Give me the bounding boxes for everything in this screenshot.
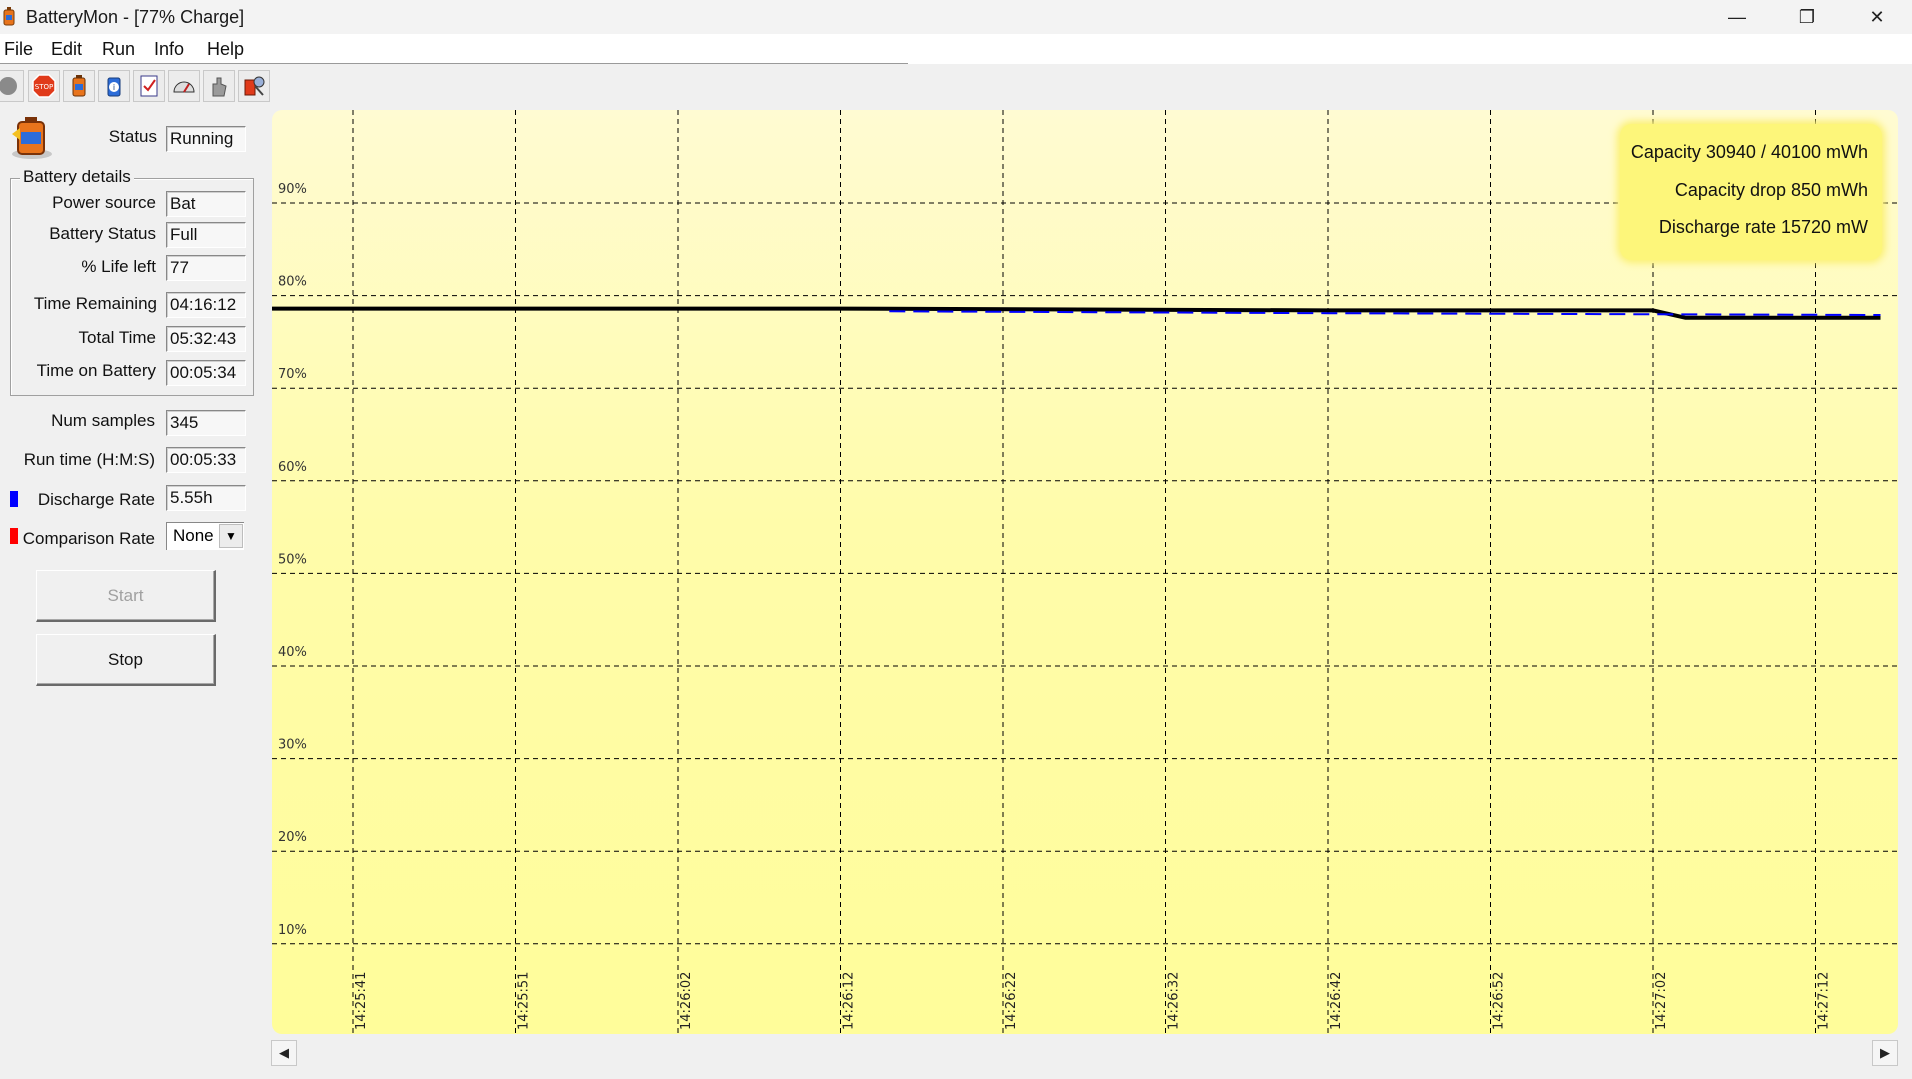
power-source-field: Bat bbox=[166, 191, 246, 217]
toolbar-stop-button[interactable]: STOP bbox=[28, 70, 60, 102]
x-tick-label: 14:26:52 bbox=[1492, 972, 1507, 1030]
menu-run[interactable]: Run bbox=[102, 39, 135, 60]
menu-file[interactable]: File bbox=[4, 39, 33, 60]
menu-help[interactable]: Help bbox=[207, 39, 244, 60]
checklist-icon bbox=[140, 75, 158, 97]
toolbar: STOP i bbox=[0, 70, 280, 104]
comparison-rate-swatch bbox=[10, 528, 18, 544]
battery-status-field: Full bbox=[166, 222, 246, 248]
y-tick-label: 10% bbox=[278, 923, 307, 938]
toolbar-battery-button[interactable] bbox=[63, 70, 95, 102]
y-tick-label: 20% bbox=[278, 830, 307, 845]
status-field: Running bbox=[166, 126, 246, 152]
menu-edit[interactable]: Edit bbox=[51, 39, 82, 60]
battery-icon bbox=[72, 75, 86, 97]
gauge-icon bbox=[173, 81, 195, 93]
life-left-field: 77 bbox=[166, 255, 246, 281]
discharge-rate-swatch bbox=[10, 491, 18, 507]
power-source-label: Power source bbox=[52, 193, 156, 212]
toolbar-checklist-button[interactable] bbox=[133, 70, 165, 102]
stop-button[interactable]: Stop bbox=[36, 634, 216, 686]
toolbar-tools-button[interactable] bbox=[238, 70, 270, 102]
chart-info-box: Capacity 30940 / 40100 mWh Capacity drop… bbox=[1620, 124, 1882, 260]
close-icon: ✕ bbox=[1869, 6, 1885, 27]
total-time-label: Total Time bbox=[78, 328, 156, 347]
menu-bar-filler bbox=[908, 34, 1912, 64]
x-tick-label: 14:26:32 bbox=[1167, 972, 1182, 1030]
toolbar-gauge-button[interactable] bbox=[168, 70, 200, 102]
x-tick-label: 14:26:02 bbox=[679, 972, 694, 1030]
discharge-rate-text: Discharge rate 15720 mW bbox=[1658, 217, 1868, 237]
chevron-right-icon: ▶ bbox=[1880, 1045, 1890, 1060]
chart-scrollbar[interactable]: ◀ ▶ bbox=[271, 1040, 1898, 1066]
scroll-left-button[interactable]: ◀ bbox=[271, 1040, 297, 1066]
y-tick-label: 70% bbox=[278, 367, 307, 382]
title-bar: BatteryMon - [77% Charge] — ❐ ✕ bbox=[0, 0, 1912, 34]
time-on-battery-label: Time on Battery bbox=[36, 361, 156, 380]
tools-icon bbox=[244, 76, 265, 96]
discharge-rate-field: 5.55h bbox=[166, 485, 246, 511]
comparison-rate-select[interactable]: None ▼ bbox=[166, 522, 244, 550]
total-time-field: 05:32:43 bbox=[166, 326, 246, 352]
start-button[interactable]: Start bbox=[36, 570, 216, 622]
time-on-battery-field: 00:05:34 bbox=[166, 360, 246, 386]
x-tick-label: 14:25:51 bbox=[517, 972, 532, 1030]
time-remaining-field: 04:16:12 bbox=[166, 292, 246, 318]
discharge-rate-label: Discharge Rate bbox=[37, 490, 155, 509]
run-time-field: 00:05:33 bbox=[166, 447, 246, 473]
toolbar-battery-info-button[interactable]: i bbox=[98, 70, 130, 102]
toolbar-hand-button[interactable] bbox=[203, 70, 235, 102]
start-icon bbox=[0, 77, 17, 95]
minimize-icon: — bbox=[1728, 6, 1746, 27]
x-tick-label: 14:25:41 bbox=[354, 972, 369, 1030]
battery-status-label: Battery Status bbox=[49, 224, 156, 243]
restore-icon: ❐ bbox=[1798, 6, 1816, 27]
life-left-label: % Life left bbox=[81, 257, 156, 276]
toolbar-start-button[interactable] bbox=[0, 70, 24, 102]
y-tick-label: 50% bbox=[278, 552, 307, 567]
y-tick-label: 60% bbox=[278, 460, 307, 475]
menu-info[interactable]: Info bbox=[154, 39, 184, 60]
status-label: Status bbox=[108, 127, 157, 146]
y-tick-label: 80% bbox=[278, 275, 307, 290]
comparison-rate-value: None bbox=[173, 526, 214, 545]
capacity-drop-text: Capacity drop 850 mWh bbox=[1674, 180, 1868, 200]
stop-icon: STOP bbox=[32, 74, 56, 98]
scroll-right-button[interactable]: ▶ bbox=[1872, 1040, 1898, 1066]
y-tick-label: 40% bbox=[278, 645, 307, 660]
chevron-down-icon[interactable]: ▼ bbox=[219, 524, 243, 548]
hand-icon bbox=[212, 77, 227, 97]
x-tick-label: 14:26:12 bbox=[842, 972, 857, 1030]
time-remaining-label: Time Remaining bbox=[33, 294, 157, 313]
num-samples-field: 345 bbox=[166, 410, 246, 436]
battery-details-title: Battery details bbox=[20, 167, 134, 187]
battery-large-icon bbox=[12, 117, 52, 159]
battery-info-icon: i bbox=[107, 77, 121, 97]
close-button[interactable]: ✕ bbox=[1842, 0, 1912, 34]
charge-series-line bbox=[272, 306, 1881, 320]
x-tick-label: 14:26:22 bbox=[1004, 972, 1019, 1030]
restore-button[interactable]: ❐ bbox=[1772, 0, 1842, 34]
comparison-rate-label: Comparison Rate bbox=[22, 529, 155, 548]
x-tick-label: 14:26:42 bbox=[1329, 972, 1344, 1030]
battery-app-icon bbox=[3, 7, 15, 26]
num-samples-label: Num samples bbox=[51, 411, 155, 430]
minimize-button[interactable]: — bbox=[1702, 0, 1772, 34]
y-tick-label: 90% bbox=[278, 182, 307, 197]
x-tick-label: 14:27:12 bbox=[1817, 972, 1832, 1030]
run-time-label: Run time (H:M:S) bbox=[23, 450, 155, 469]
svg-text:STOP: STOP bbox=[35, 83, 53, 91]
capacity-text: Capacity 30940 / 40100 mWh bbox=[1630, 142, 1868, 162]
menu-bar: File Edit Run Info Help bbox=[0, 34, 908, 64]
window-title: BatteryMon - [77% Charge] bbox=[26, 7, 245, 27]
chevron-left-icon: ◀ bbox=[279, 1045, 289, 1060]
x-tick-label: 14:27:02 bbox=[1654, 972, 1669, 1030]
svg-text:i: i bbox=[113, 83, 115, 92]
y-tick-label: 30% bbox=[278, 738, 307, 753]
